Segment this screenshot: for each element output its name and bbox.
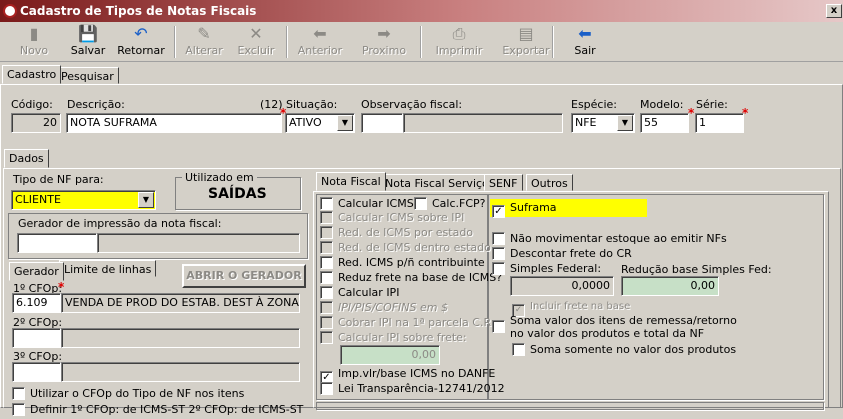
- tipo-nf-label: Tipo de NF para:: [13, 173, 104, 186]
- anterior-button[interactable]: ⬅ Anterior: [292, 24, 348, 60]
- red-icms-estado-checkbox[interactable]: Red. de ICMS por estado: [320, 226, 473, 242]
- descontar-frete-checkbox[interactable]: Descontar frete do CR: [492, 247, 632, 263]
- arrow-right-icon: ➡: [377, 24, 391, 43]
- tab-nota-fiscal-servico[interactable]: Nota Fiscal Serviço: [380, 174, 494, 191]
- toolbar: ▮ Novo 💾 Salvar ↶ Retornar ✎ Alterar ✕ E…: [0, 22, 843, 62]
- exit-arrow-icon: ⬅: [578, 24, 592, 43]
- codigo-field[interactable]: 20: [11, 113, 61, 133]
- export-icon: ▤: [518, 24, 534, 43]
- proximo-button[interactable]: ➡ Proximo: [356, 24, 412, 60]
- required-mark: *: [688, 106, 695, 120]
- imprimir-button[interactable]: ⎙ Imprimir: [428, 24, 490, 60]
- nao-movimentar-checkbox[interactable]: Não movimentar estoque ao emitir NFs: [492, 232, 727, 248]
- observacao-code-field[interactable]: [361, 113, 403, 133]
- title-bar: Cadastro de Tipos de Notas Fiscais x: [0, 0, 843, 22]
- cfop1-code-field[interactable]: 6.109: [12, 293, 61, 313]
- edit-pencil-icon: ✎: [197, 24, 211, 43]
- toolbar-separator: [420, 26, 422, 58]
- chevron-down-icon[interactable]: ▼: [617, 115, 633, 131]
- sair-button[interactable]: ⬅ Sair: [562, 24, 608, 60]
- ipi-pis-cofins-checkbox[interactable]: IPI/PIS/COFINS em $: [320, 301, 448, 317]
- retornar-button[interactable]: ↶ Retornar: [116, 24, 166, 60]
- window-title: Cadastro de Tipos de Notas Fiscais: [20, 4, 257, 18]
- tab-nota-fiscal[interactable]: Nota Fiscal: [316, 172, 386, 191]
- cobrar-ipi-checkbox[interactable]: Cobrar IPI na 1ª parcela C.R.: [320, 316, 494, 332]
- soma-valor-label: Soma valor dos itens de remessa/retorno …: [510, 314, 737, 340]
- especie-label: Espécie:: [571, 98, 618, 111]
- tab-limite-linhas[interactable]: Limite de linhas: [59, 260, 157, 277]
- situacao-label: Situação:: [286, 98, 338, 111]
- calcular-ipi-checkbox[interactable]: Calcular IPI: [320, 286, 399, 302]
- printer-icon: ⎙: [452, 24, 466, 43]
- serie-label: Série:: [696, 98, 728, 111]
- cfop3-desc-field[interactable]: [61, 362, 300, 382]
- red-icms-dentro-checkbox[interactable]: Red. de ICMS dentro estado: [320, 241, 491, 257]
- salvar-button[interactable]: 💾 Salvar: [64, 24, 112, 60]
- app-icon: [3, 4, 17, 18]
- tipo-nf-select[interactable]: CLIENTE: [11, 190, 156, 210]
- cfop2-code-field[interactable]: [12, 328, 61, 348]
- alterar-button[interactable]: ✎ Alterar: [180, 24, 228, 60]
- gerador-desc-field[interactable]: [97, 233, 300, 253]
- floppy-disk-icon: 💾: [78, 24, 98, 43]
- gerador-code-field[interactable]: [17, 233, 97, 253]
- cfop2-desc-field[interactable]: [61, 328, 300, 348]
- cfop3-code-field[interactable]: [12, 362, 61, 382]
- delete-x-icon: ✕: [249, 24, 263, 43]
- red-icms-contrib-checkbox[interactable]: Red. ICMS p/ñ contribuinte: [320, 256, 485, 272]
- suframa-checkbox[interactable]: ✓ Suframa: [492, 201, 557, 218]
- soma-valor-checkbox[interactable]: [492, 320, 510, 336]
- toolbar-separator: [174, 26, 176, 58]
- cfop1-desc-field[interactable]: VENDA DE PROD DO ESTAB. DEST À ZONA FR: [61, 293, 300, 313]
- required-mark: *: [58, 280, 65, 294]
- novo-button[interactable]: ▮ Novo: [8, 24, 60, 60]
- lei-transparencia-checkbox[interactable]: Lei Transparência-12741/2012: [320, 382, 505, 398]
- tab-dados[interactable]: Dados: [4, 149, 49, 168]
- ipi-frete-value-field[interactable]: 0,00: [340, 345, 440, 365]
- modelo-label: Modelo:: [640, 98, 684, 111]
- toolbar-separator: [552, 26, 554, 58]
- modelo-field[interactable]: 55: [640, 113, 689, 133]
- gerador-label: Gerador de impressão da nota fiscal:: [18, 217, 222, 230]
- simples-federal-field[interactable]: 0,0000: [510, 276, 614, 296]
- other-options-group: [488, 194, 824, 400]
- tab-senf[interactable]: SENF: [484, 174, 523, 191]
- observacao-desc-field[interactable]: [403, 113, 563, 133]
- observacao-label: Observação fiscal:: [361, 98, 463, 111]
- reducao-base-field[interactable]: 0,00: [621, 276, 719, 296]
- definir-cfop-st-checkbox[interactable]: Definir 1º CFOp: de ICMS-ST 2º CFOp: de …: [12, 403, 303, 419]
- reduz-frete-checkbox[interactable]: Reduz frete na base de ICMS?: [320, 271, 502, 287]
- soma-somente-checkbox[interactable]: Soma somente no valor dos produtos: [512, 343, 736, 359]
- imp-vlr-checkbox[interactable]: ✓ Imp.vlr/base ICMS no DANFE: [320, 367, 495, 384]
- exportar-button[interactable]: ▤ Exportar: [496, 24, 556, 60]
- new-document-icon: ▮: [29, 24, 39, 43]
- descricao-field[interactable]: NOTA SUFRAMA: [66, 113, 282, 133]
- close-button[interactable]: x: [826, 4, 842, 18]
- tab-gerador[interactable]: Gerador: [9, 262, 64, 281]
- codigo-label: Código:: [11, 98, 53, 111]
- descricao-label: Descrição:: [67, 98, 125, 111]
- abrir-gerador-button[interactable]: ABRIR O GERADOR: [182, 264, 306, 288]
- tab-pesquisar[interactable]: Pesquisar: [56, 67, 119, 84]
- utilizado-em-value: SAÍDAS: [208, 186, 267, 202]
- calcular-icms-ipi-checkbox[interactable]: Calcular ICMS sobre IPI: [320, 211, 464, 227]
- utilizar-cfop-checkbox[interactable]: Utilizar o CFOp do Tipo de NF nos itens: [12, 387, 244, 403]
- utilizado-em-caption: Utilizado em: [182, 171, 257, 184]
- tab-cadastro[interactable]: Cadastro: [2, 65, 62, 84]
- undo-arrow-icon: ↶: [134, 24, 148, 43]
- chevron-down-icon[interactable]: ▼: [138, 192, 154, 208]
- arrow-left-icon: ⬅: [313, 24, 327, 43]
- toolbar-separator: [286, 26, 288, 58]
- excluir-button[interactable]: ✕ Excluir: [232, 24, 280, 60]
- reducao-base-label: Redução base Simples Fed:: [621, 263, 772, 276]
- tab-outros[interactable]: Outros: [526, 174, 573, 191]
- serie-field[interactable]: 1: [695, 113, 744, 133]
- bottom-group: [316, 402, 824, 410]
- chevron-down-icon[interactable]: ▼: [337, 115, 353, 131]
